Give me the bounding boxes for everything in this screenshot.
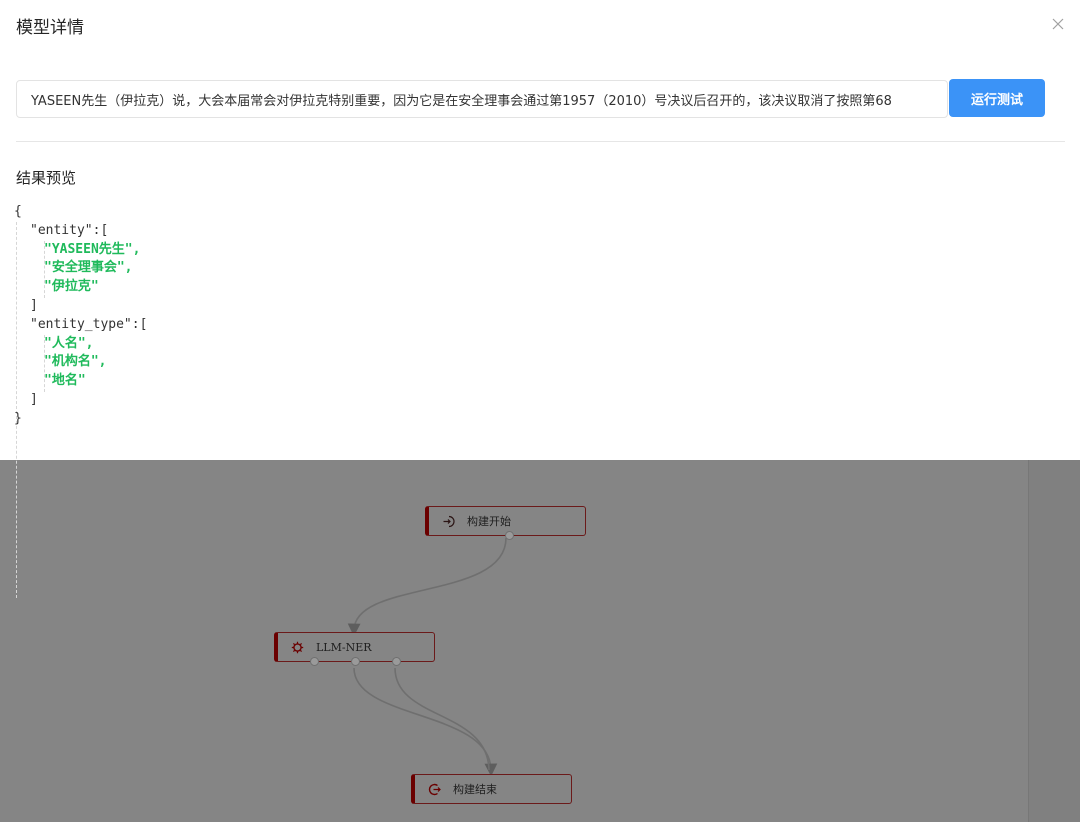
model-detail-modal: 模型详情 运行测试 结果预览 { "entity":[ "YASEEN先生", …	[0, 0, 1080, 598]
json-string: "安全理事会",	[44, 260, 133, 276]
json-string: "地名"	[44, 373, 86, 389]
close-icon	[1052, 18, 1064, 30]
divider	[16, 141, 1065, 142]
json-line: ]	[30, 297, 38, 313]
output-port[interactable]	[351, 657, 360, 666]
result-preview-title: 结果预览	[16, 169, 77, 187]
edge-ner-to-end	[353, 667, 498, 777]
node-build-start[interactable]: 构建开始	[425, 506, 586, 540]
test-text-input[interactable]	[16, 80, 948, 118]
close-button[interactable]	[1048, 14, 1068, 34]
logout-icon	[427, 782, 441, 796]
json-line: {	[14, 204, 22, 219]
node-llm-ner[interactable]: LLM-NER	[274, 632, 435, 666]
json-line: ]	[30, 391, 38, 407]
edge-ner-to-end	[394, 667, 490, 771]
node-label: 构建开始	[467, 515, 511, 528]
login-icon	[441, 514, 455, 528]
json-string: "人名",	[44, 335, 94, 351]
output-port[interactable]	[505, 531, 514, 540]
modal-title: 模型详情	[16, 18, 84, 38]
output-port[interactable]	[310, 657, 319, 666]
json-string: "YASEEN先生",	[44, 241, 141, 257]
edge-start-to-ner	[347, 537, 507, 637]
output-port[interactable]	[392, 657, 401, 666]
app-root: 模型详情 运行测试 结果预览 { "entity":[ "YASEEN先生", …	[0, 0, 1080, 822]
json-key-entity: "entity":[	[30, 222, 109, 238]
json-string: "机构名",	[44, 354, 107, 370]
json-key-entity-type: "entity_type":[	[30, 316, 148, 332]
json-line: }	[14, 410, 22, 426]
run-test-button[interactable]: 运行测试	[949, 79, 1045, 117]
json-string: "伊拉克"	[44, 279, 99, 295]
flow-canvas[interactable]: 构建开始 LLM-NER 构建结束	[0, 460, 1080, 822]
node-build-end[interactable]: 构建结束	[411, 774, 572, 804]
node-label: LLM-NER	[316, 640, 372, 654]
node-label: 构建结束	[453, 783, 497, 796]
json-preview: { "entity":[ "YASEEN先生", "安全理事会", "伊拉克" …	[14, 203, 148, 598]
gear-icon	[290, 640, 304, 654]
test-input-row: 运行测试	[16, 79, 1046, 118]
